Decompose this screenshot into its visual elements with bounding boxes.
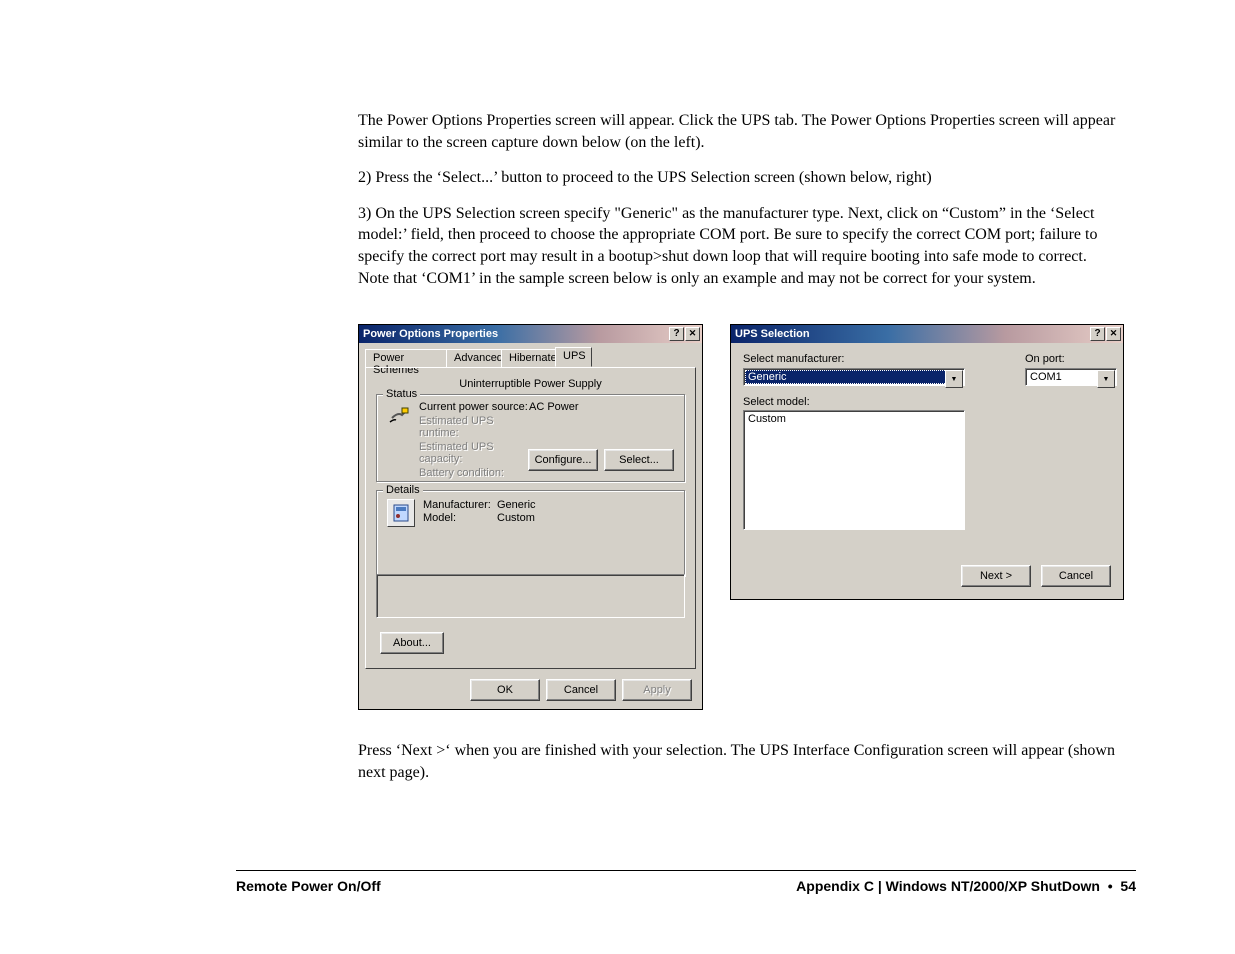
apply-button[interactable]: Apply [622,679,692,701]
details-label-model: Model: [423,512,497,524]
titlebar[interactable]: UPS Selection [731,325,1123,343]
titlebar-buttons [1090,327,1121,341]
label-port: On port: [1025,353,1117,365]
details-grid: Manufacturer: Generic Model: Custom [423,499,536,524]
port-dropdown[interactable]: COM1 [1025,368,1117,386]
paragraph-4: Press ‘Next >‘ when you are finished wit… [358,740,1118,783]
manufacturer-value: Generic [745,370,963,384]
label-model: Select model: [743,396,1111,408]
paragraph-1: The Power Options Properties screen will… [358,110,1118,153]
tab-advanced[interactable]: Advanced [446,349,502,367]
tab-panel-ups: Uninterruptible Power Supply Status Curr… [365,367,696,669]
details-legend: Details [383,484,423,496]
select-button[interactable]: Select... [604,449,674,471]
details-label-manufacturer: Manufacturer: [423,499,497,511]
close-icon[interactable] [1106,327,1121,341]
tab-row: Power Schemes Advanced Hibernate UPS [365,347,696,367]
footer-left: Remote Power On/Off [236,878,381,894]
details-group: Details Manufacturer: Generic Model: Cu [376,490,685,576]
dialog-title: Power Options Properties [363,328,498,340]
details-value-model: Custom [497,512,536,524]
label-manufacturer: Select manufacturer: [743,353,965,365]
status-value-power-source: AC Power [529,401,579,413]
power-options-dialog: Power Options Properties Power Schemes A… [358,324,703,710]
model-item-custom[interactable]: Custom [748,413,960,425]
footer-right: Appendix C | Windows NT/2000/XP ShutDown… [796,878,1136,894]
footer-rule [236,870,1136,871]
body-text: The Power Options Properties screen will… [358,110,1118,303]
help-icon[interactable] [669,327,684,341]
paragraph-2: 2) Press the ‘Select...’ button to proce… [358,167,1118,189]
close-icon[interactable] [685,327,700,341]
model-listbox[interactable]: Custom [743,410,965,530]
titlebar-buttons [669,327,700,341]
titlebar[interactable]: Power Options Properties [359,325,702,343]
section-title: Uninterruptible Power Supply [376,378,685,390]
ups-icon [387,499,415,527]
cancel-button[interactable]: Cancel [546,679,616,701]
document-page: The Power Options Properties screen will… [0,0,1235,954]
tab-power-schemes[interactable]: Power Schemes [365,349,447,367]
next-button[interactable]: Next > [961,565,1031,587]
ups-selection-dialog: UPS Selection Select manufacturer: Gener… [730,324,1124,600]
message-area [376,574,685,618]
status-label-battery: Battery condition: [419,467,529,479]
after-text: Press ‘Next >‘ when you are finished wit… [358,740,1118,783]
status-legend: Status [383,388,420,400]
status-label-capacity: Estimated UPS capacity: [419,441,529,465]
page-footer: Remote Power On/Off Appendix C | Windows… [236,878,1136,894]
about-button[interactable]: About... [380,632,444,654]
dialog-title: UPS Selection [735,328,810,340]
paragraph-3: 3) On the UPS Selection screen specify "… [358,203,1118,289]
tab-ups[interactable]: UPS [555,347,592,367]
status-label-runtime: Estimated UPS runtime: [419,415,529,439]
ok-button[interactable]: OK [470,679,540,701]
port-value: COM1 [1026,371,1066,383]
chevron-down-icon[interactable] [1097,370,1115,388]
cancel-button[interactable]: Cancel [1041,565,1111,587]
details-value-manufacturer: Generic [497,499,536,511]
status-label-power-source: Current power source: [419,401,529,413]
plug-icon [387,403,413,429]
manufacturer-dropdown[interactable]: Generic [743,368,965,386]
tab-hibernate[interactable]: Hibernate [501,349,556,367]
help-icon[interactable] [1090,327,1105,341]
chevron-down-icon[interactable] [945,370,963,388]
configure-button[interactable]: Configure... [528,449,598,471]
